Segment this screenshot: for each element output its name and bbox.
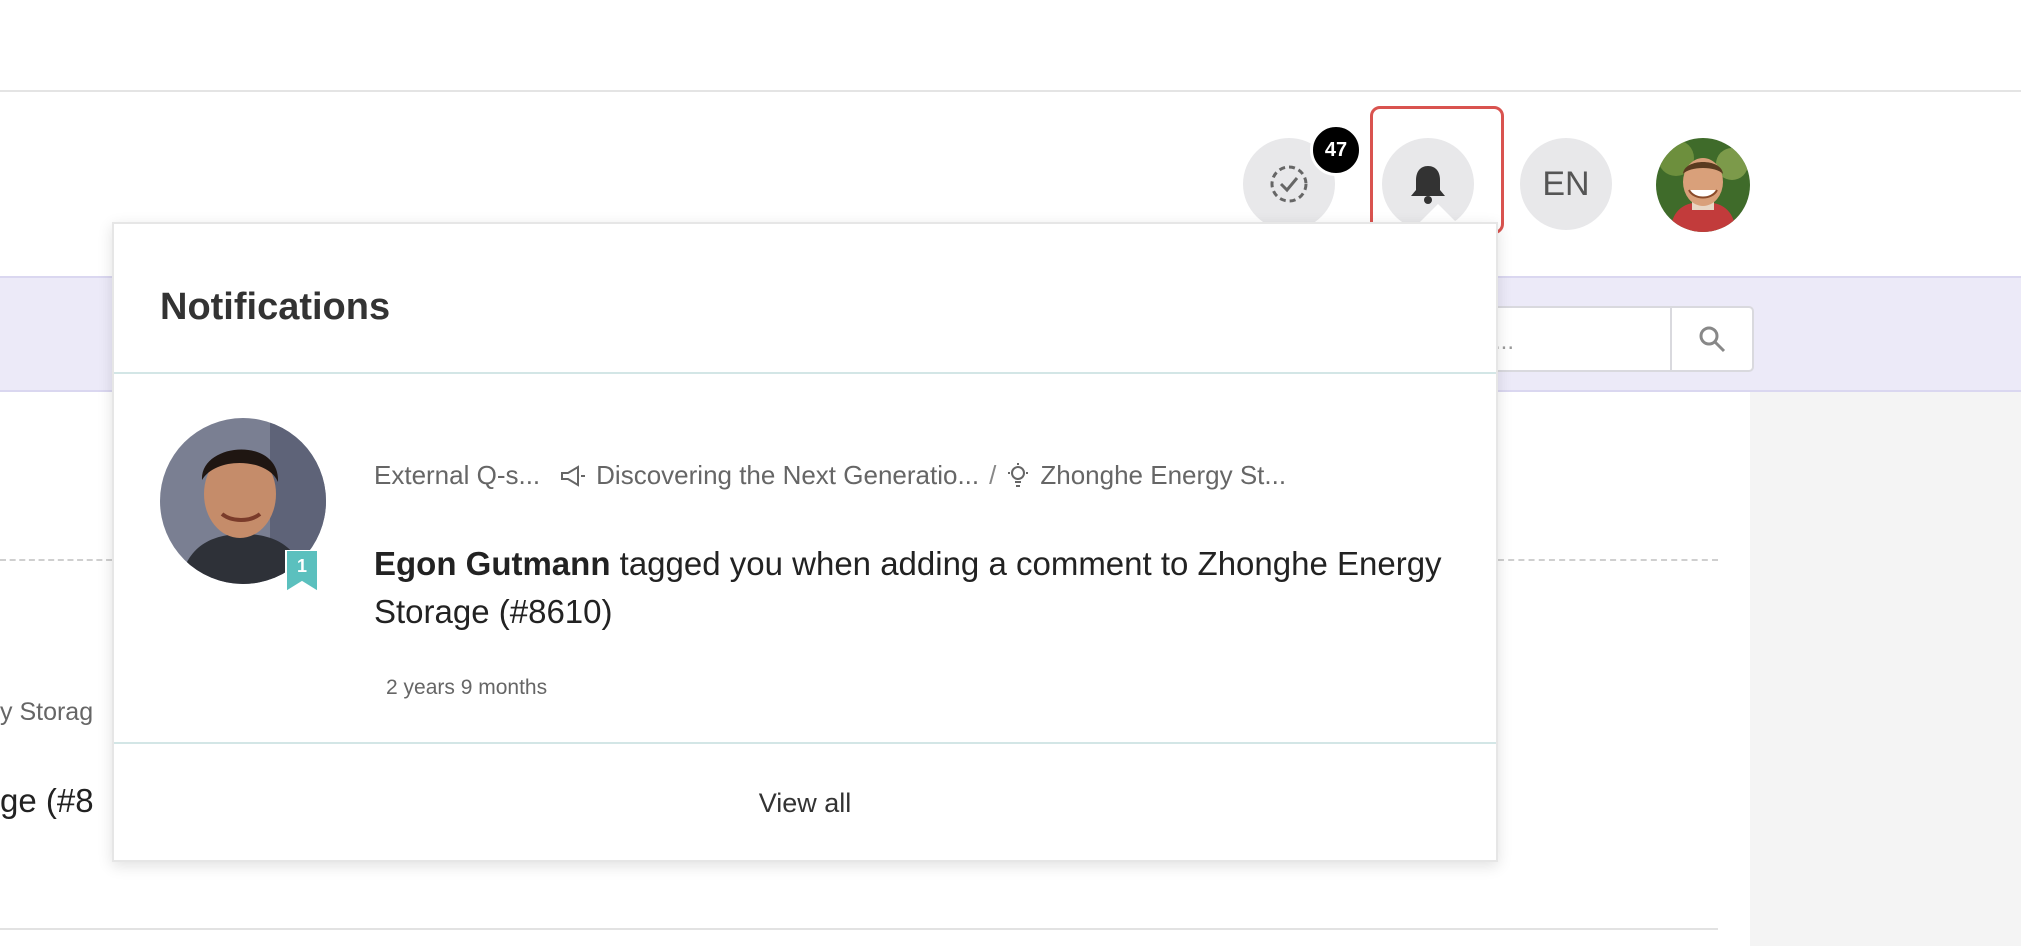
user-avatar[interactable] — [1656, 138, 1750, 232]
search-button[interactable] — [1670, 308, 1752, 370]
notification-message: Egon Gutmann tagged you when adding a co… — [374, 540, 1464, 636]
breadcrumb-item[interactable]: External Q-s... — [374, 460, 540, 491]
notifications-footer: View all — [114, 744, 1496, 862]
lightbulb-icon — [1006, 462, 1030, 489]
background-title-fragment: ge (#8 — [0, 782, 94, 819]
notifications-title: Notifications — [160, 286, 391, 328]
check-circle-icon — [1270, 165, 1308, 203]
search-icon — [1699, 326, 1726, 353]
notification-timestamp: 2 years 9 months — [386, 676, 548, 699]
content-divider — [0, 928, 1718, 930]
view-all-link[interactable]: View all — [759, 788, 852, 819]
tasks-badge: 47 — [1310, 124, 1362, 176]
breadcrumb-item[interactable]: Zhonghe Energy St... — [1040, 460, 1286, 491]
notification-breadcrumb: External Q-s... Discovering the Next Gen… — [374, 460, 1286, 491]
bookmark-count: 1 — [297, 556, 307, 576]
dashed-divider — [0, 559, 112, 561]
background-breadcrumb-fragment: y Storag — [0, 698, 94, 726]
page-side-gutter — [1750, 392, 2021, 946]
bookmark-icon: 1 — [285, 550, 319, 592]
notification-actor: Egon Gutmann — [374, 545, 611, 582]
notifications-dropdown: Notifications 1 External Q-s... Discover… — [112, 222, 1498, 862]
notification-item[interactable]: 1 External Q-s... Discovering the Next G… — [114, 374, 1496, 744]
dashed-divider — [1498, 559, 1718, 561]
topbar-divider — [0, 90, 2021, 92]
notifications-header: Notifications — [114, 224, 1496, 374]
breadcrumb-item[interactable]: Discovering the Next Generatio... — [596, 460, 979, 491]
dropdown-caret — [1420, 204, 1456, 222]
language-button[interactable]: EN — [1520, 138, 1612, 230]
search-field[interactable]: ... — [1476, 306, 1754, 372]
breadcrumb-separator: / — [989, 460, 997, 490]
megaphone-icon — [560, 464, 586, 487]
